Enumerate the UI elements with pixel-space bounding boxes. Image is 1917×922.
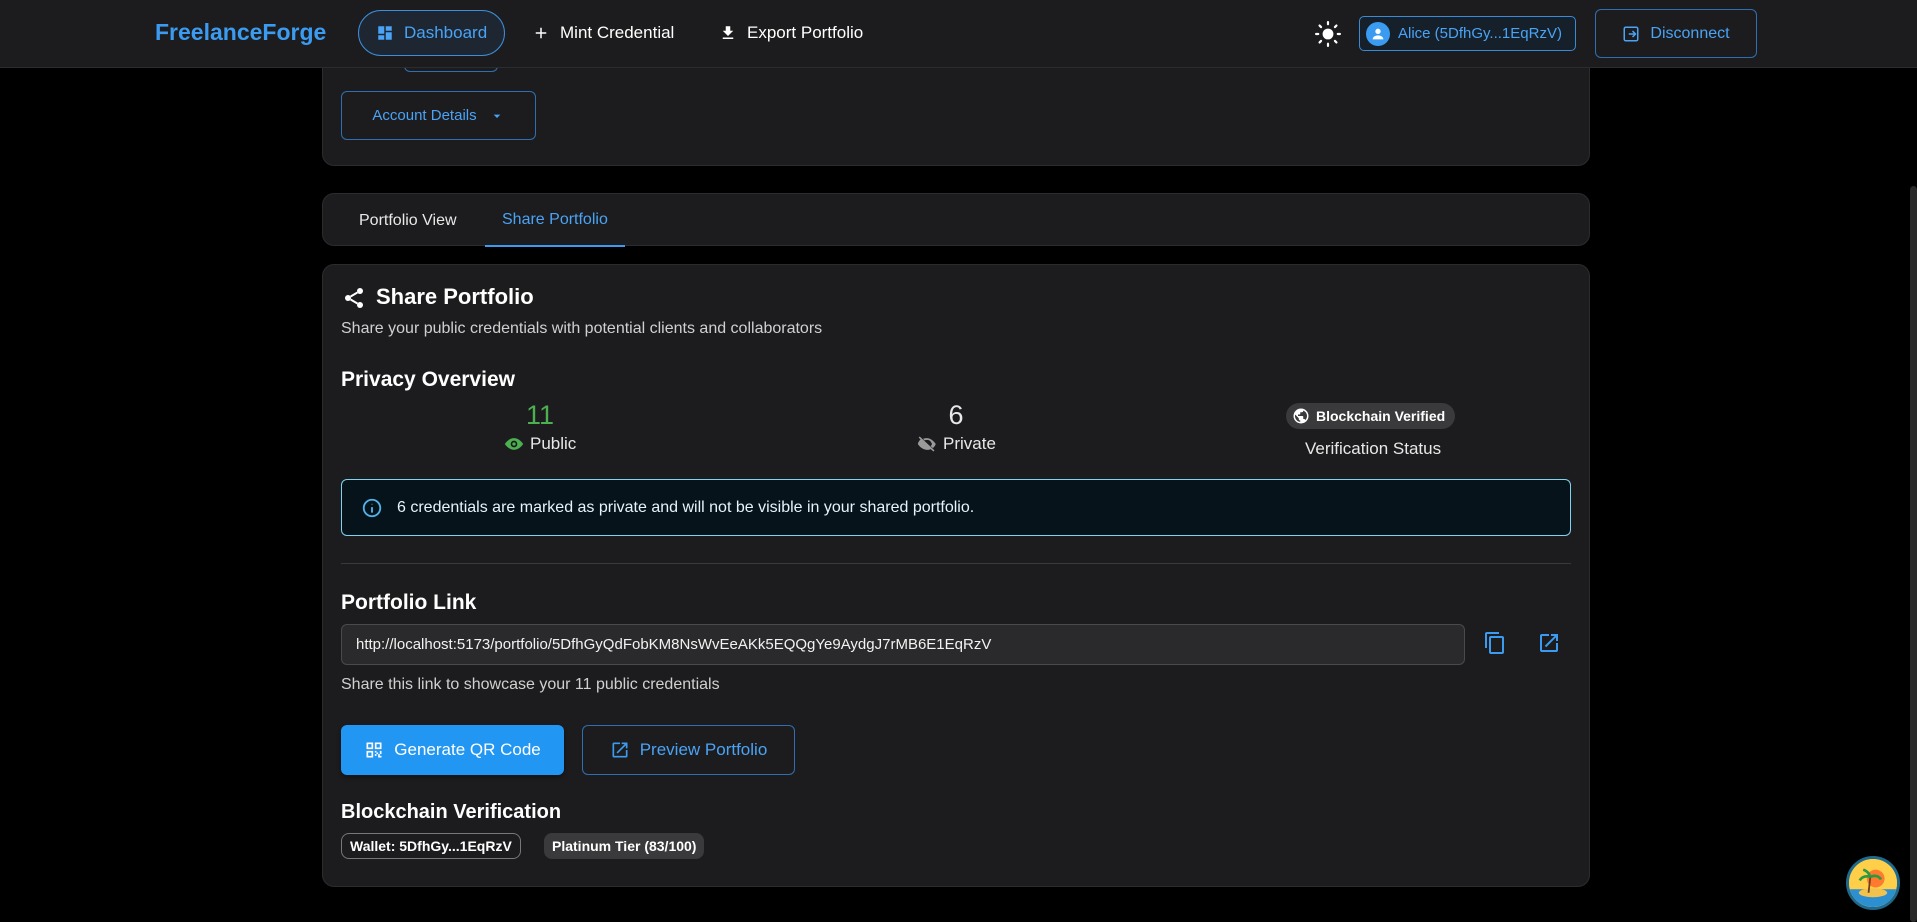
top-app-bar: FreelanceForge Dashboard Mint Credential… bbox=[0, 0, 1917, 68]
verified-chip-label: Blockchain Verified bbox=[1316, 408, 1446, 424]
account-circle-icon bbox=[1366, 21, 1390, 46]
plus-icon bbox=[535, 27, 547, 39]
private-stat: Private bbox=[917, 434, 996, 454]
private-label: Private bbox=[943, 434, 996, 453]
private-info-alert: 6 credentials are marked as private and … bbox=[341, 479, 1571, 536]
open-in-new-icon bbox=[612, 742, 628, 758]
copy-icon bbox=[1485, 632, 1504, 654]
public-stat: Public bbox=[504, 434, 576, 454]
public-label: Public bbox=[530, 434, 577, 453]
portfolio-link-title: Portfolio Link bbox=[341, 591, 477, 614]
blockchain-verified-chip: Blockchain Verified bbox=[1286, 403, 1456, 429]
floating-assistant-button[interactable] bbox=[1846, 856, 1900, 910]
page-scrollbar[interactable] bbox=[1910, 186, 1917, 922]
tier-chip: Platinum Tier (83/100) bbox=[544, 833, 705, 859]
logout-icon bbox=[1623, 26, 1639, 41]
preview-portfolio-label: Preview Portfolio bbox=[639, 740, 768, 759]
private-count: 6 bbox=[948, 400, 964, 430]
account-chip[interactable]: Alice (5DfhGy...1EqRzV) bbox=[1359, 16, 1576, 51]
copy-link-button[interactable] bbox=[1480, 628, 1510, 658]
generate-qr-button[interactable]: Generate QR Code bbox=[341, 725, 564, 775]
disconnect-label: Disconnect bbox=[1650, 24, 1730, 42]
beach-avatar-icon bbox=[1849, 859, 1897, 907]
blockchain-verification-title: Blockchain Verification bbox=[341, 801, 562, 823]
public-count: 11 bbox=[525, 400, 555, 430]
generate-qr-label: Generate QR Code bbox=[394, 740, 541, 759]
nav-mint-credential-button[interactable]: Mint Credential bbox=[515, 10, 691, 56]
info-icon bbox=[362, 498, 382, 517]
account-details-button[interactable]: Account Details bbox=[341, 91, 536, 140]
info-text: 6 credentials are marked as private and … bbox=[397, 498, 975, 516]
globe-icon bbox=[1293, 408, 1309, 424]
share-portfolio-card bbox=[322, 264, 1590, 887]
share-subtitle: Share your public credentials with poten… bbox=[341, 320, 823, 337]
nav-export-portfolio-button[interactable]: Export Portfolio bbox=[702, 10, 880, 56]
eye-off-icon bbox=[917, 436, 936, 452]
account-details-label: Account Details bbox=[372, 107, 477, 124]
download-icon bbox=[722, 26, 734, 39]
nav-dashboard-label: Dashboard bbox=[404, 23, 488, 42]
share-icon bbox=[345, 288, 363, 308]
eye-icon bbox=[504, 438, 524, 450]
brand-logo[interactable]: FreelanceForge bbox=[155, 19, 326, 46]
portfolio-tabs: Portfolio View Share Portfolio bbox=[322, 193, 1590, 247]
open-in-new-icon bbox=[1540, 634, 1558, 652]
account-label: Alice (5DfhGy...1EqRzV) bbox=[1398, 25, 1562, 42]
share-title: Share Portfolio bbox=[376, 284, 534, 309]
chevron-down-icon bbox=[493, 114, 500, 118]
privacy-overview-title: Privacy Overview bbox=[341, 368, 515, 391]
nav-dashboard-button[interactable]: Dashboard bbox=[358, 10, 506, 56]
divider bbox=[341, 563, 1571, 564]
nav-mint-label: Mint Credential bbox=[560, 23, 675, 42]
dashboard-icon bbox=[378, 26, 392, 40]
portfolio-link-help: Share this link to showcase your 11 publ… bbox=[341, 676, 720, 693]
verification-status-label: Verification Status bbox=[1305, 439, 1442, 458]
wallet-chip: Wallet: 5DfhGy...1EqRzV bbox=[341, 833, 521, 859]
nav-export-label: Export Portfolio bbox=[747, 23, 864, 42]
preview-portfolio-button[interactable]: Preview Portfolio bbox=[582, 725, 795, 775]
portfolio-link-field[interactable]: http://localhost:5173/portfolio/5DfhGyQd… bbox=[341, 624, 1465, 665]
qr-code-icon bbox=[366, 742, 382, 758]
tab-share-portfolio[interactable]: Share Portfolio bbox=[485, 194, 625, 247]
tab-portfolio-view[interactable]: Portfolio View bbox=[342, 194, 474, 247]
disconnect-button[interactable]: Disconnect bbox=[1595, 9, 1757, 58]
open-link-button[interactable] bbox=[1534, 628, 1564, 658]
sun-icon[interactable] bbox=[1315, 21, 1341, 47]
